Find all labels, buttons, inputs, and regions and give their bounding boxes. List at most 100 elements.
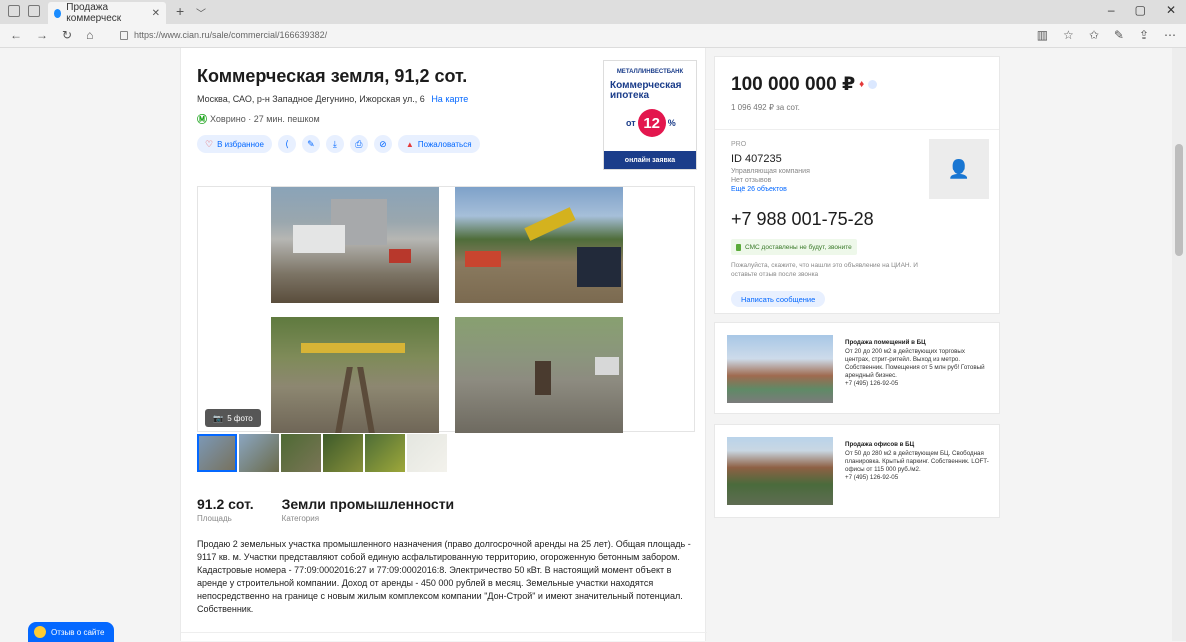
share-icon[interactable]: ⇪ — [1139, 28, 1149, 42]
call-hint: Пожалуйста, скажите, что нашли это объяв… — [731, 262, 918, 278]
close-window-button[interactable]: ✕ — [1166, 3, 1176, 17]
banner-percent: % — [667, 118, 676, 128]
forward-icon[interactable]: → — [36, 28, 48, 42]
photo-3[interactable] — [271, 317, 439, 433]
photo-2[interactable] — [455, 187, 623, 303]
area-value: 91.2 сот. — [197, 496, 254, 512]
metro-info: Ⓜ Ховрино · 27 мин. пешком — [197, 111, 320, 127]
warning-icon: ▲ — [405, 139, 414, 149]
ad-title-1: Продажа помещений в БЦ — [845, 339, 926, 346]
price-value: 100 000 000 ₽ — [731, 74, 856, 95]
thumbnail-2[interactable] — [239, 434, 279, 472]
complain-button[interactable]: ▲ Пожаловаться — [397, 135, 480, 153]
metro-icon: Ⓜ — [197, 115, 207, 126]
active-tab[interactable]: Продажа коммерческ ✕ — [48, 2, 166, 24]
fact-category: Земли промышленности Категория — [282, 496, 455, 523]
agent-details: Управляющая компания Нет отзывов Ещё 26 … — [731, 167, 810, 194]
pen-icon[interactable]: ✎ — [1114, 28, 1124, 42]
lock-icon — [120, 30, 128, 40]
refresh-icon[interactable]: ↻ — [62, 28, 72, 42]
price-card: 100 000 000 ₽ ♦ 1 096 492 ₽ за сот. PRO … — [714, 56, 1000, 314]
listing-description: Продаю 2 земельных участка промышленного… — [197, 539, 691, 614]
banner-cta[interactable]: онлайн заявка — [604, 151, 696, 169]
ad-text-1: Продажа помещений в БЦ От 20 до 200 м2 в… — [845, 339, 991, 388]
thumbnail-1[interactable] — [197, 434, 237, 472]
nav-buttons: ← → ↻ ⌂ — [10, 28, 93, 42]
ad-card-2[interactable]: Продажа офисов в БЦ От 50 до 280 м2 в де… — [714, 424, 1000, 518]
maximize-button[interactable]: ▢ — [1135, 3, 1146, 17]
page-scrollbar[interactable] — [1172, 48, 1186, 641]
print-button[interactable]: ⎙ — [349, 135, 368, 153]
tab-title: Продажа коммерческ — [66, 2, 122, 24]
set-aside-tabs-icon[interactable] — [28, 5, 40, 17]
minimize-button[interactable]: – — [1108, 3, 1115, 17]
thumbnail-5[interactable] — [365, 434, 405, 472]
agent-type: Управляющая компания — [731, 168, 810, 175]
area-label: Площадь — [197, 514, 232, 523]
new-tab-icon[interactable]: + — [176, 3, 184, 19]
complain-label: Пожаловаться — [417, 139, 472, 149]
sms-notice-text: СМС доставлены не будут, звоните — [745, 243, 852, 251]
photo-count-badge[interactable]: 📷 5 фото — [205, 409, 261, 427]
browser-toolbar-right: ▥ ☆ ✩ ✎ ⇪ ⋯ — [1037, 28, 1176, 42]
scrollbar-thumb[interactable] — [1175, 144, 1183, 256]
tab-actions — [8, 5, 40, 17]
home-icon[interactable]: ⌂ — [86, 28, 93, 42]
tab-preview-icon[interactable] — [8, 5, 20, 17]
download-button[interactable]: ⤓ — [325, 135, 344, 153]
write-message-button[interactable]: Написать сообщение — [731, 291, 826, 307]
smile-icon — [34, 626, 46, 638]
thumbnail-3[interactable] — [281, 434, 321, 472]
ad-title-2: Продажа офисов в БЦ — [845, 441, 915, 448]
reading-view-icon[interactable]: ▥ — [1037, 28, 1048, 42]
banner-headline: Коммерческая ипотека — [610, 80, 682, 101]
ad-image-1[interactable] — [727, 335, 833, 403]
price-down-icon[interactable]: ♦ — [859, 79, 864, 90]
thumbnail-map[interactable] — [407, 434, 447, 472]
agent-id[interactable]: ID 407235 — [731, 153, 782, 165]
fact-area: 91.2 сот. Площадь — [197, 496, 254, 523]
back-icon[interactable]: ← — [10, 28, 22, 42]
favorite-star-icon[interactable]: ☆ — [1063, 28, 1074, 42]
banner-rate-circle: 12 — [637, 109, 666, 137]
favorites-icon[interactable]: ✩ — [1089, 28, 1099, 42]
ad-body-2: От 50 до 280 м2 в действующем БЦ. Свобод… — [845, 450, 989, 473]
url-text: https://www.cian.ru/sale/commercial/1666… — [134, 30, 328, 40]
favorite-label: В избранное — [217, 139, 264, 149]
listing-title: Коммерческая земля, 91,2 сот. — [197, 66, 468, 86]
sms-notice: СМС доставлены не будут, звоните — [731, 239, 857, 255]
key-facts: 91.2 сот. Площадь Земли промышленности К… — [197, 496, 454, 523]
share-button[interactable]: ⟨ — [277, 135, 296, 153]
agent-phone[interactable]: +7 988 001-75-28 — [731, 209, 874, 230]
banner-rate: от 12 % — [626, 109, 676, 137]
phone-icon — [736, 243, 741, 251]
banner-brand: МЕТАЛЛИНВЕСТБАНК — [616, 69, 684, 75]
more-icon[interactable]: ⋯ — [1164, 28, 1176, 42]
more-objects-link[interactable]: Ещё 26 объектов — [731, 185, 810, 194]
thumbnail-4[interactable] — [323, 434, 363, 472]
mortgage-banner[interactable]: МЕТАЛЛИНВЕСТБАНК Коммерческая ипотека от… — [603, 60, 697, 170]
camera-icon: 📷 — [213, 413, 224, 423]
price-per-unit: 1 096 492 ₽ за сот. — [731, 103, 800, 112]
listing-address: Москва, САО, р-н Западное Дегунино, Ижор… — [197, 94, 468, 104]
divider — [715, 129, 999, 130]
price-info-icon[interactable] — [868, 80, 878, 89]
ad-card-1[interactable]: Продажа помещений в БЦ От 20 до 200 м2 в… — [714, 322, 1000, 414]
photo-gallery[interactable]: 📷 5 фото — [197, 186, 695, 433]
price: 100 000 000 ₽ ♦ — [731, 73, 878, 96]
ad-phone-1: +7 (495) 126-92-05 — [845, 380, 899, 387]
ad-image-2[interactable] — [727, 437, 833, 505]
edit-note-button[interactable]: ✎ — [301, 135, 320, 153]
hide-button[interactable]: ⊘ — [373, 135, 392, 153]
tab-list-chevron-icon[interactable]: ﹀ — [196, 5, 206, 20]
window-controls: – ▢ ✕ — [1108, 3, 1176, 17]
photo-1[interactable] — [271, 187, 439, 303]
photo-4[interactable] — [455, 317, 623, 433]
url-field[interactable]: https://www.cian.ru/sale/commercial/1666… — [120, 30, 327, 40]
close-tab-icon[interactable]: ✕ — [152, 8, 160, 19]
map-link[interactable]: На карте — [431, 94, 468, 104]
listing-main: Коммерческая земля, 91,2 сот. Москва, СА… — [180, 48, 707, 641]
add-to-favorites-button[interactable]: ♡ В избранное — [197, 135, 272, 153]
photo-thumbnails — [197, 434, 447, 472]
site-feedback-button[interactable]: Отзыв о сайте — [28, 622, 115, 642]
